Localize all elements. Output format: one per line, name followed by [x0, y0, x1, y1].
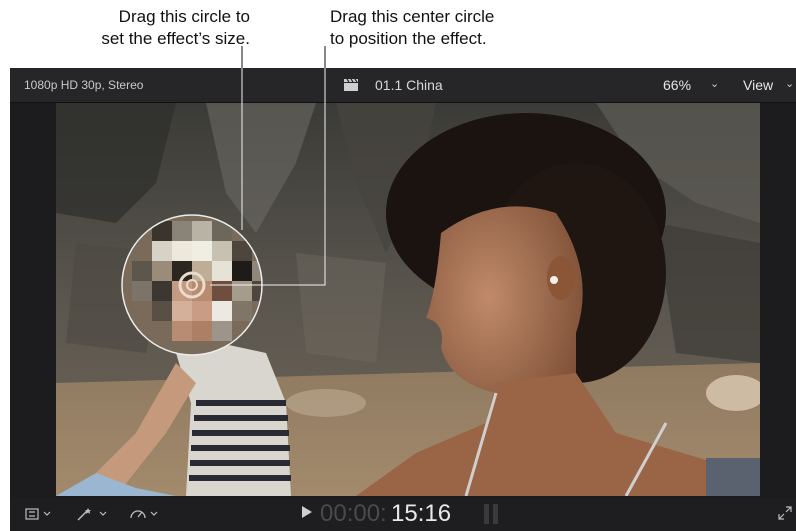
position-callout-line1: Drag this center circle [330, 7, 495, 26]
format-label: 1080p HD 30p, Stereo [24, 78, 144, 92]
size-callout-line2: set the effect’s size. [101, 29, 250, 48]
viewer-bottom-bar: 00:00: 15:16 [10, 498, 796, 531]
viewer: 1080p HD 30p, Stereo 01.1 China 66% ⌄ Vi… [10, 68, 796, 531]
video-frame[interactable] [56, 103, 760, 496]
enhance-icon[interactable] [74, 506, 112, 522]
viewer-top-bar: 1080p HD 30p, Stereo 01.1 China 66% ⌄ Vi… [10, 68, 796, 103]
speed-icon[interactable] [128, 506, 164, 522]
zoom-level[interactable]: 66% [663, 77, 691, 93]
clip-name: 01.1 China [375, 77, 443, 93]
pause-ghost-icon [484, 504, 498, 524]
transform-icon[interactable] [24, 506, 56, 522]
chevron-down-icon[interactable]: ⌄ [710, 77, 719, 90]
play-icon[interactable] [302, 506, 312, 518]
view-menu[interactable]: View [743, 77, 773, 93]
timecode-value: 15:16 [391, 500, 452, 527]
position-callout: Drag this center circle to position the … [330, 6, 570, 50]
callout-area: Drag this circle to set the effect’s siz… [0, 0, 796, 68]
size-callout-line1: Drag this circle to [118, 7, 250, 26]
clapper-icon [344, 78, 358, 91]
position-callout-line2: to position the effect. [330, 29, 487, 48]
timecode-leading: 00:00: [320, 500, 387, 527]
video-image [56, 103, 760, 496]
chevron-down-icon[interactable]: ⌄ [785, 77, 794, 90]
fullscreen-icon[interactable] [778, 506, 792, 520]
size-callout: Drag this circle to set the effect’s siz… [40, 6, 250, 50]
